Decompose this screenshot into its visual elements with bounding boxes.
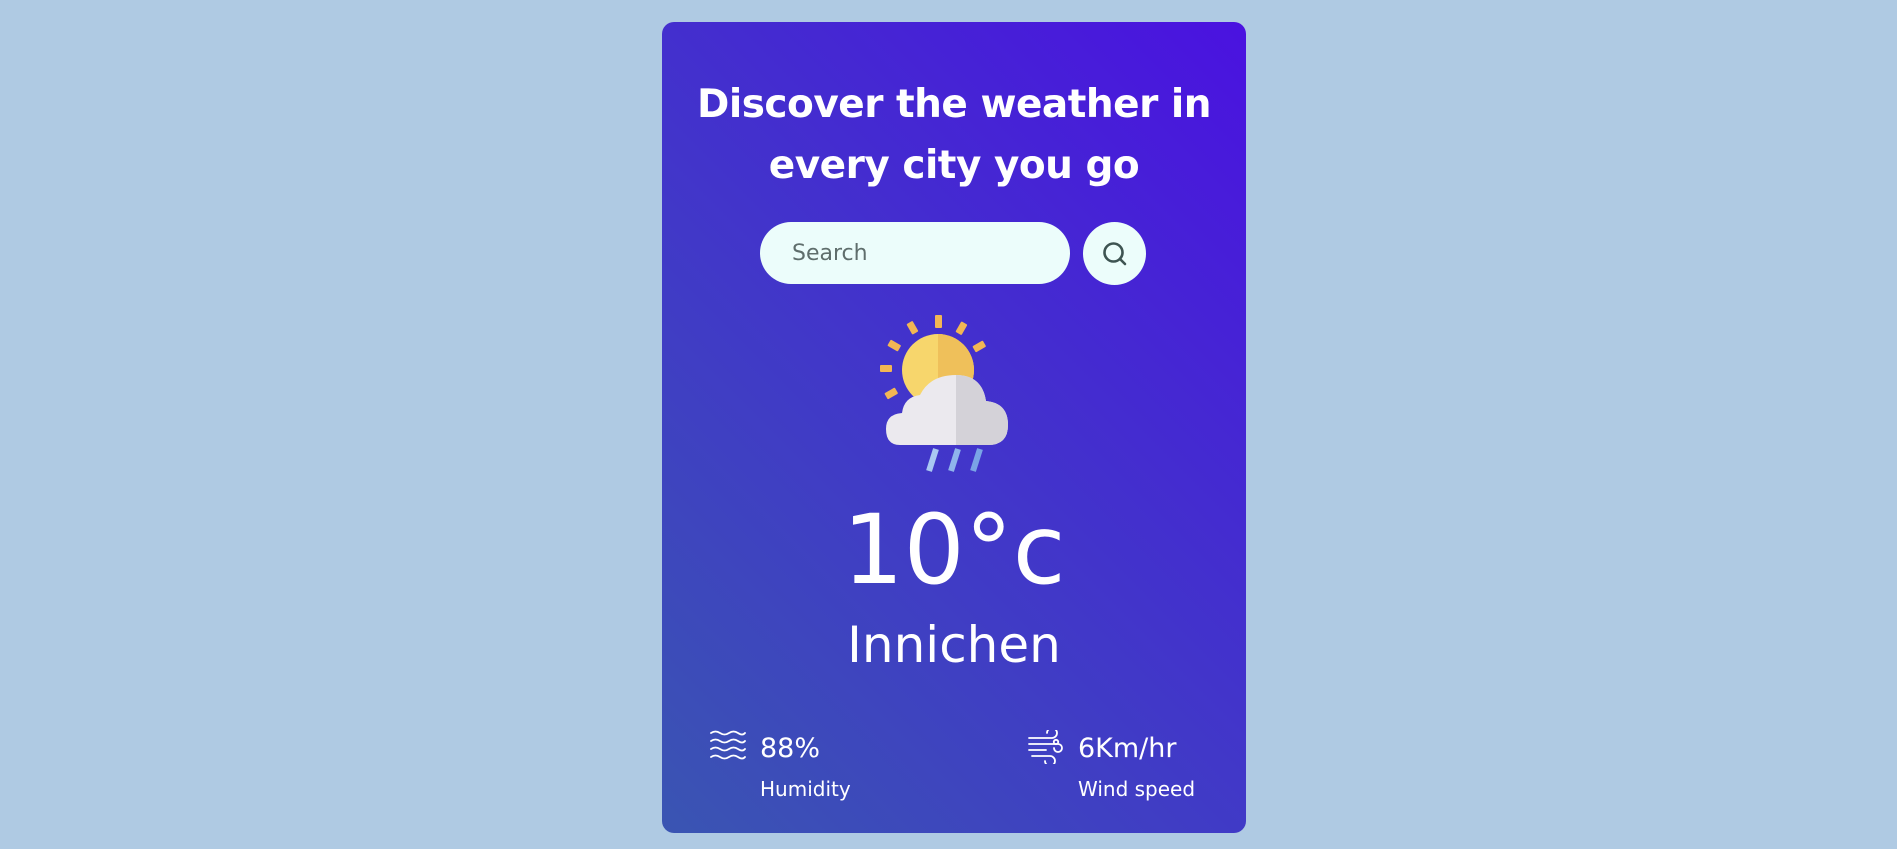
search-input[interactable] <box>760 222 1070 284</box>
wind-icon <box>1028 730 1063 764</box>
search-button[interactable] <box>1083 222 1146 285</box>
title-line-1: Discover the weather in <box>696 82 1212 127</box>
temperature: 10°c <box>842 494 1066 606</box>
title-line-2: every city you go <box>768 143 1140 188</box>
wind-speed-label: Wind speed <box>1078 777 1196 801</box>
weather-card: Discover the weather in every city you g… <box>662 22 1246 833</box>
humidity-label: Humidity <box>760 777 851 801</box>
search-icon <box>1102 241 1126 265</box>
search-bar <box>760 222 1150 286</box>
city-name: Innichen <box>847 616 1061 674</box>
humidity-stat: 88% Humidity <box>710 706 910 806</box>
wind-speed-value: 6Km/hr <box>1078 733 1177 764</box>
humidity-waves-icon <box>710 730 746 760</box>
humidity-value: 88% <box>760 733 821 764</box>
page-title: Discover the weather in every city you g… <box>662 74 1246 196</box>
wind-stat: 6Km/hr Wind speed <box>1028 706 1228 806</box>
partly-cloudy-rain-icon <box>880 315 1008 472</box>
